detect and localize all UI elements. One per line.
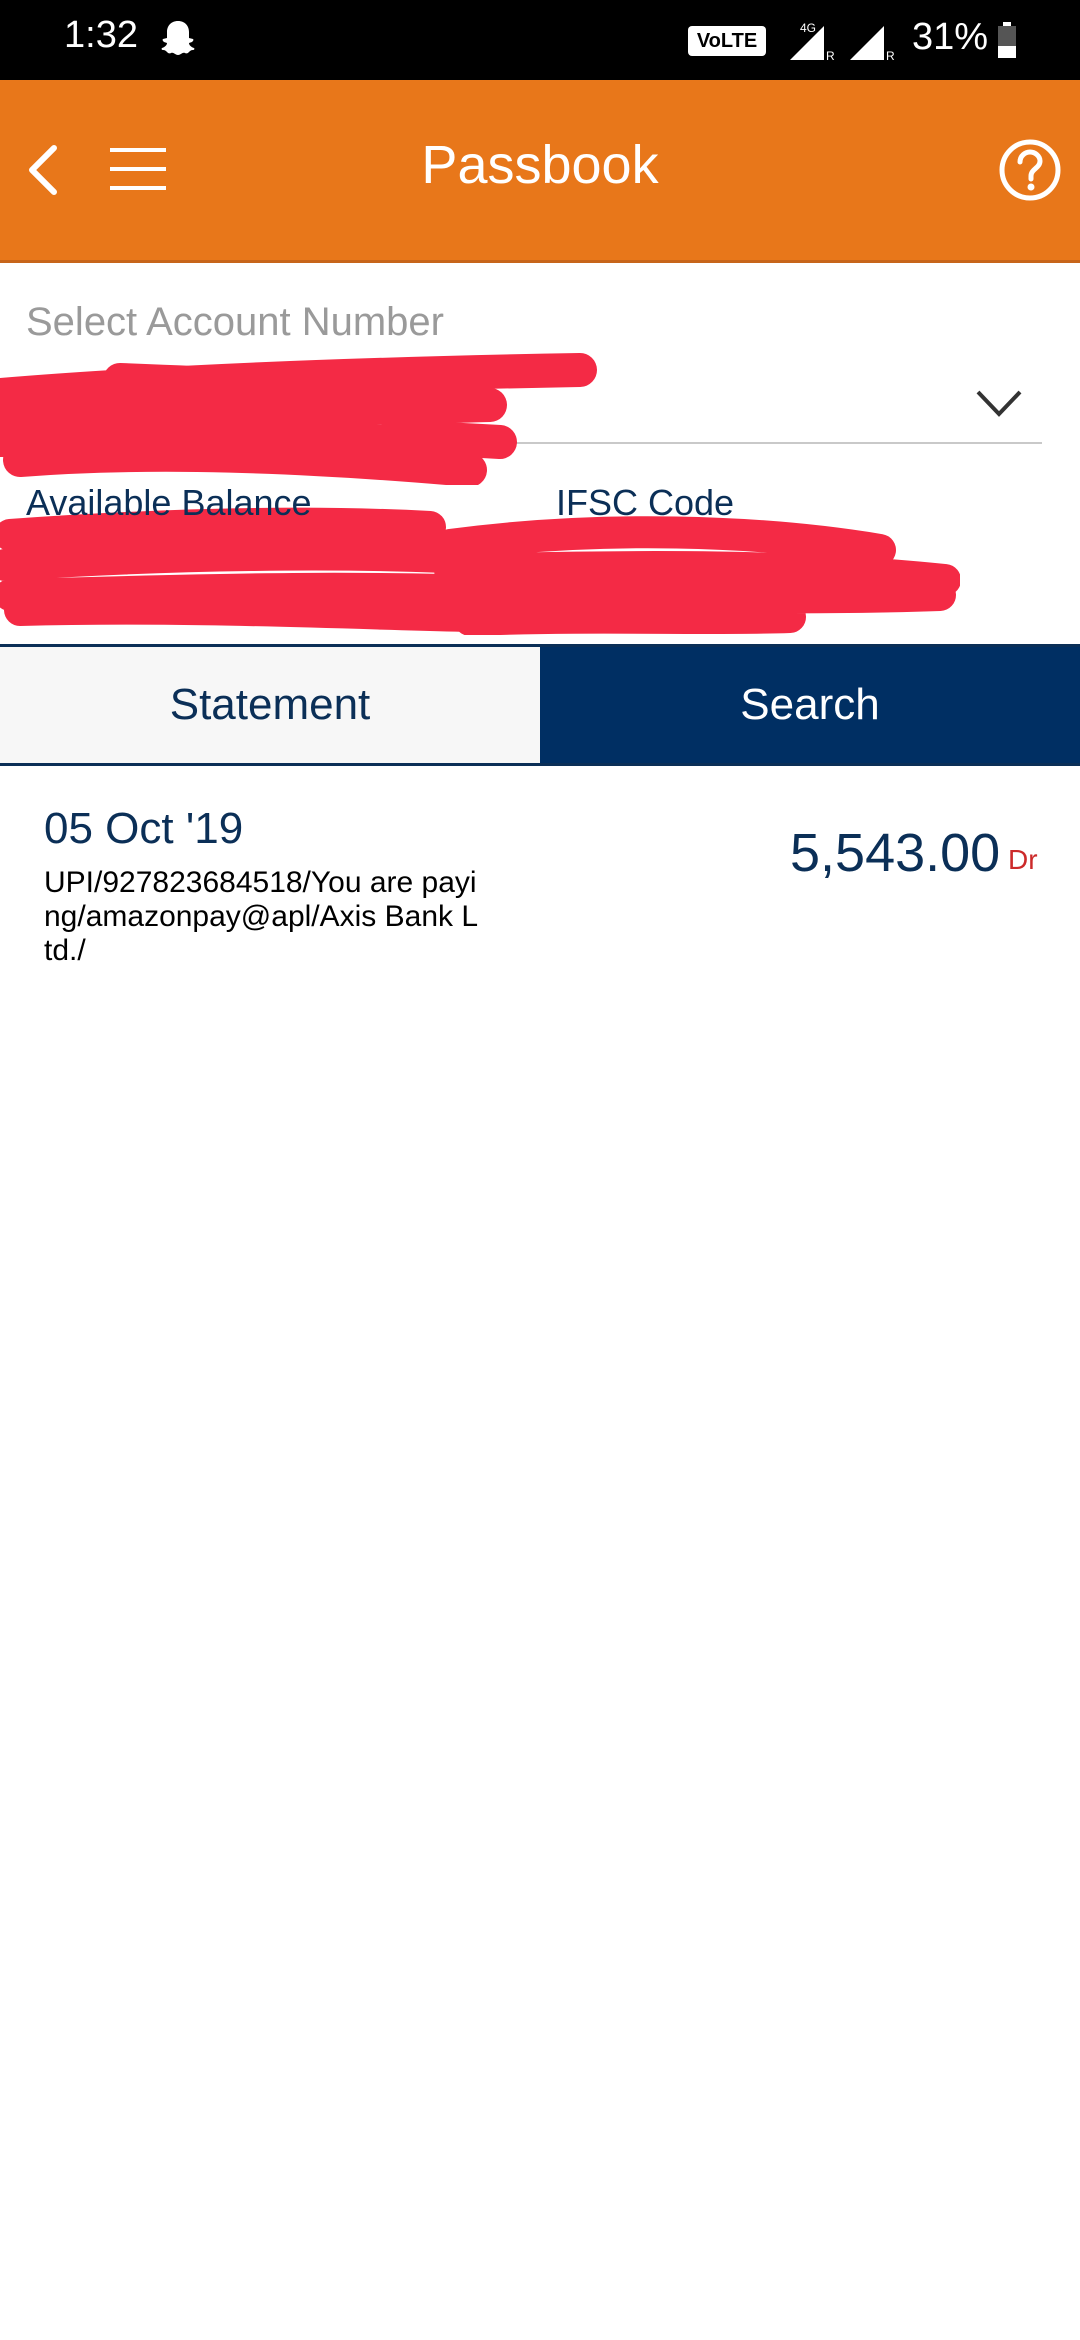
signal-4g-icon: 4G R (790, 21, 835, 62)
transaction-row[interactable]: 05 Oct '19 UPI/927823684518/You are payi… (44, 800, 1044, 980)
battery-icon (998, 22, 1016, 58)
available-balance-label: Available Balance (26, 482, 312, 523)
status-time: 1:32 (64, 14, 138, 56)
page-title: Passbook (421, 135, 659, 195)
app-bar: Passbook (0, 80, 1080, 263)
volte-badge: VoLTE (688, 26, 766, 56)
transaction-type-badge: Dr (1008, 844, 1038, 875)
ifsc-code-label: IFSC Code (556, 482, 735, 523)
battery-percent: 31% (912, 16, 989, 58)
account-label: Select Account Number (26, 300, 444, 344)
transaction-description: UPI/927823684518/You are paying/amazonpa… (44, 866, 479, 967)
network-type-label: 4G (800, 21, 816, 35)
tab-bar: Statement Search (0, 644, 1080, 766)
transaction-date: 05 Oct '19 (44, 804, 244, 853)
help-button[interactable] (998, 138, 1062, 202)
chevron-down-icon[interactable] (974, 386, 1024, 420)
status-bar: 1:32 VoLTE 4G R R 31% (0, 0, 1080, 80)
signal-icon: R (850, 26, 895, 62)
snapchat-icon (161, 21, 195, 55)
tab-search[interactable]: Search (540, 647, 1080, 763)
tab-statement[interactable]: Statement (0, 647, 540, 763)
svg-text:R: R (826, 49, 835, 62)
transaction-amount: 5,543.00 (790, 823, 1001, 883)
redaction-scribble-balance (0, 507, 960, 635)
svg-text:R: R (886, 49, 895, 62)
redaction-scribble-account (0, 353, 597, 485)
